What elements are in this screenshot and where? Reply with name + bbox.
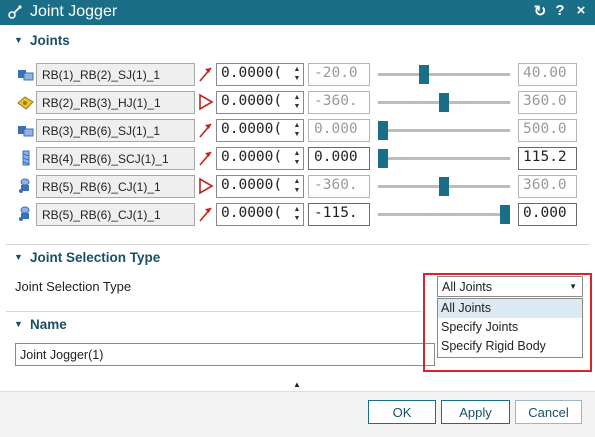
angular-motion-icon [199,177,214,195]
joint-min-field[interactable]: -20.0 [308,63,370,86]
title-bar: Joint Jogger ↻ ? × [0,0,595,25]
joint-name-field[interactable]: RB(5)_RB(6)_CJ(1)_1 [36,175,195,198]
joint-slider-thumb[interactable] [378,149,388,168]
joint-min-field[interactable]: -360. [308,91,370,114]
joint-slider-track[interactable] [378,213,510,216]
linear-motion-icon [199,207,212,222]
joints-section-label: Joints [30,33,70,48]
angular-motion-icon [199,93,214,111]
cylindrical-joint-icon [19,178,30,193]
joint-row: RB(2)_RB(3)_HJ(1)_1 0.0000( ▲ ▼ -360. 360.0 [0,89,595,115]
name-input[interactable]: Joint Jogger(1) [15,343,435,366]
spinner-arrows-icon[interactable]: ▲ ▼ [292,177,302,195]
help-button[interactable]: ? [552,2,568,19]
joint-value-text: 0.0000( [221,177,283,193]
joints-section-header[interactable]: ▼ Joints [6,28,589,54]
joint-name-field[interactable]: RB(3)_RB(6)_SJ(1)_1 [36,119,195,142]
slider-joint-icon [18,70,34,81]
spinner-arrows-icon[interactable]: ▲ ▼ [292,121,302,139]
close-button[interactable]: × [573,2,589,19]
joint-value-text: 0.0000( [221,149,283,165]
joint-jogger-app-icon [8,5,22,19]
joint-slider-thumb[interactable] [439,93,449,112]
joint-value-input[interactable]: 0.0000( ▲ ▼ [216,147,304,170]
joint-max-field[interactable]: 0.000 [518,203,577,226]
cylindrical-joint-icon [19,206,30,221]
joint-value-input[interactable]: 0.0000( ▲ ▼ [216,91,304,114]
joint-slider-track[interactable] [378,157,510,160]
selection-section-label: Joint Selection Type [30,250,161,265]
spinner-arrows-icon[interactable]: ▲ ▼ [292,93,302,111]
joint-row: RB(1)_RB(2)_SJ(1)_1 0.0000( ▲ ▼ -20.0 40.00 [0,61,595,87]
joint-name-field[interactable]: RB(5)_RB(6)_CJ(1)_1 [36,203,195,226]
apply-button[interactable]: Apply [441,400,510,424]
joint-value-text: 0.0000( [221,121,283,137]
joint-slider-thumb[interactable] [378,121,388,140]
joint-slider-thumb[interactable] [500,205,510,224]
joint-slider-track[interactable] [378,129,510,132]
chevron-down-icon[interactable]: ▼ [14,252,23,262]
joint-name-field[interactable]: RB(2)_RB(3)_HJ(1)_1 [36,91,195,114]
linear-motion-icon [199,123,212,138]
joint-name-field[interactable]: RB(4)_RB(6)_SCJ(1)_1 [36,147,195,170]
joint-value-input[interactable]: 0.0000( ▲ ▼ [216,119,304,142]
joint-row: RB(4)_RB(6)_SCJ(1)_1 0.0000( ▲ ▼ 0.000 115.2 [0,145,595,171]
collapse-arrow-icon[interactable]: ▲ [293,380,301,389]
joint-max-field[interactable]: 40.00 [518,63,577,86]
joint-max-field[interactable]: 360.0 [518,175,577,198]
selection-type-label: Joint Selection Type [15,279,132,294]
joint-min-field[interactable]: 0.000 [308,147,370,170]
name-section-label: Name [30,317,67,332]
joint-slider-thumb[interactable] [419,65,429,84]
ok-button[interactable]: OK [368,400,436,424]
joint-min-field[interactable]: 0.000 [308,119,370,142]
joint-value-input[interactable]: 0.0000( ▲ ▼ [216,203,304,226]
joint-max-field[interactable]: 360.0 [518,91,577,114]
joint-row: RB(5)_RB(6)_CJ(1)_1 0.0000( ▲ ▼ -115. 0.000 [0,201,595,227]
selection-section-header[interactable]: ▼ Joint Selection Type [6,244,589,270]
joint-value-text: 0.0000( [221,65,283,81]
joint-slider-thumb[interactable] [439,177,449,196]
joint-max-field[interactable]: 115.2 [518,147,577,170]
hinge-joint-icon [17,96,34,110]
joint-value-text: 0.0000( [221,205,283,221]
joint-min-field[interactable]: -360. [308,175,370,198]
slider-joint-icon [18,126,34,137]
spinner-arrows-icon[interactable]: ▲ ▼ [292,65,302,83]
spinner-arrows-icon[interactable]: ▲ ▼ [292,205,302,223]
joint-row: RB(3)_RB(6)_SJ(1)_1 0.0000( ▲ ▼ 0.000 500.0 [0,117,595,143]
reset-icon[interactable]: ↻ [532,2,548,20]
linear-motion-icon [199,67,212,82]
joint-value-text: 0.0000( [221,93,283,109]
chevron-down-icon[interactable]: ▼ [14,35,23,45]
joint-value-input[interactable]: 0.0000( ▲ ▼ [216,175,304,198]
spinner-arrows-icon[interactable]: ▲ ▼ [292,149,302,167]
name-section-header[interactable]: ▼ Name [6,311,421,337]
joint-name-field[interactable]: RB(1)_RB(2)_SJ(1)_1 [36,63,195,86]
linear-motion-icon [199,151,212,166]
joint-max-field[interactable]: 500.0 [518,119,577,142]
joint-min-field[interactable]: -115. [308,203,370,226]
window-title: Joint Jogger [30,3,118,20]
joint-row: RB(5)_RB(6)_CJ(1)_1 0.0000( ▲ ▼ -360. 360.0 [0,173,595,199]
joint-slider-track[interactable] [378,73,510,76]
cancel-button[interactable]: Cancel [515,400,582,424]
screw-joint-icon [22,150,30,166]
highlight-annotation [423,273,592,372]
joint-value-input[interactable]: 0.0000( ▲ ▼ [216,63,304,86]
chevron-down-icon[interactable]: ▼ [14,319,23,329]
